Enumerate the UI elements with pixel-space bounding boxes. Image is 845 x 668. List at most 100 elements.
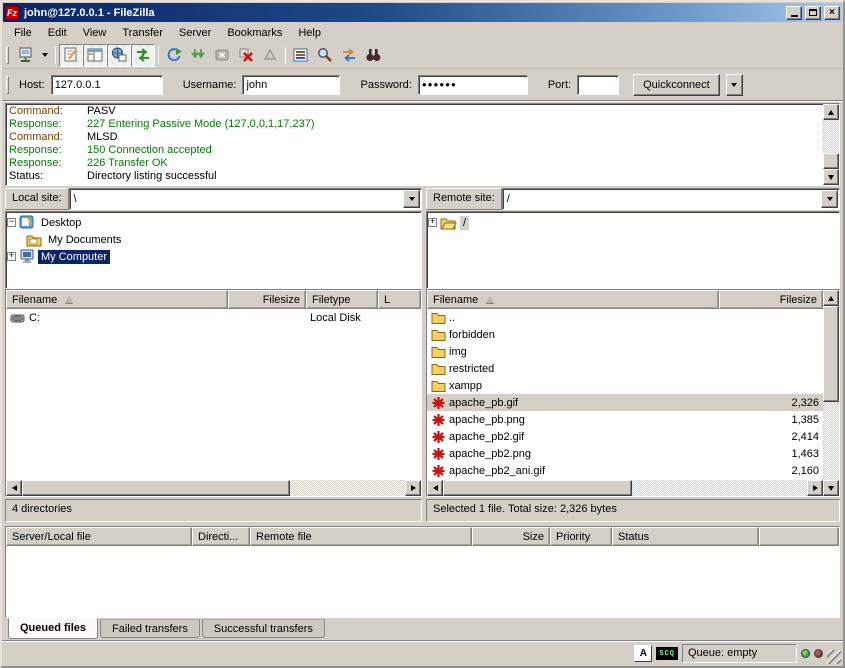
port-input[interactable] bbox=[577, 75, 619, 95]
file-row-selected[interactable]: apache_pb.gif 2,326 bbox=[427, 394, 823, 411]
remote-hscroll-track[interactable] bbox=[443, 480, 807, 496]
transfer-type-indicator[interactable]: A bbox=[634, 645, 652, 662]
scroll-down-button[interactable] bbox=[823, 169, 839, 185]
queue-body[interactable] bbox=[6, 546, 839, 617]
remote-vscroll-track[interactable] bbox=[823, 306, 839, 480]
title-bar[interactable]: Fz john@127.0.0.1 - FileZilla × bbox=[3, 3, 842, 22]
folder-row[interactable]: .. bbox=[427, 309, 823, 326]
menu-view[interactable]: View bbox=[75, 25, 115, 41]
disconnect-button[interactable] bbox=[234, 44, 258, 67]
folder-row[interactable]: forbidden bbox=[427, 326, 823, 343]
remote-list-header: Filename Filesize bbox=[427, 290, 823, 309]
toggle-local-tree-button[interactable] bbox=[83, 44, 107, 67]
file-row[interactable]: apache_pb2.gif 2,414 bbox=[427, 428, 823, 445]
reconnect-button[interactable] bbox=[258, 44, 282, 67]
local-hscroll-track[interactable] bbox=[22, 480, 405, 496]
triangle-up-icon bbox=[828, 110, 834, 115]
tab-queued-files[interactable]: Queued files bbox=[8, 618, 98, 639]
triangle-down-icon bbox=[828, 486, 834, 491]
column-header-filename[interactable]: Filename bbox=[6, 290, 228, 309]
tree-item-root[interactable]: + / bbox=[428, 214, 838, 231]
remote-vscroll-thumb[interactable] bbox=[823, 306, 839, 402]
tree-item-my-computer[interactable]: + My Computer bbox=[7, 248, 420, 265]
column-header-filesize[interactable]: Filesize bbox=[719, 290, 823, 309]
quickconnect-grip[interactable] bbox=[6, 76, 9, 94]
column-header-remote-file[interactable]: Remote file bbox=[250, 527, 472, 546]
menu-transfer[interactable]: Transfer bbox=[114, 25, 171, 41]
scroll-left-button[interactable] bbox=[427, 480, 443, 496]
cancel-operation-button[interactable] bbox=[210, 44, 234, 67]
log-scrollbar[interactable] bbox=[823, 104, 839, 185]
quickconnect-button[interactable]: Quickconnect bbox=[633, 74, 720, 96]
scroll-left-button[interactable] bbox=[6, 480, 22, 496]
local-hscroll-thumb[interactable] bbox=[22, 480, 290, 496]
remote-list-hscrollbar[interactable] bbox=[427, 480, 823, 496]
minimize-button[interactable] bbox=[786, 6, 802, 20]
column-header-filename[interactable]: Filename bbox=[427, 290, 719, 309]
column-header-status[interactable]: Status bbox=[612, 527, 759, 546]
folder-row[interactable]: restricted bbox=[427, 360, 823, 377]
menu-help[interactable]: Help bbox=[290, 25, 329, 41]
expand-icon[interactable]: + bbox=[7, 252, 16, 261]
remote-hscroll-thumb[interactable] bbox=[443, 480, 632, 496]
tree-item-my-documents[interactable]: My Documents bbox=[7, 231, 420, 248]
tab-successful-transfers[interactable]: Successful transfers bbox=[202, 619, 325, 638]
host-input[interactable] bbox=[51, 75, 163, 95]
log-scroll-thumb[interactable] bbox=[823, 153, 839, 169]
file-row[interactable]: apache_pb2.png 1,463 bbox=[427, 445, 823, 462]
column-header-size[interactable]: Size bbox=[472, 527, 550, 546]
toggle-transfer-queue-button[interactable] bbox=[131, 44, 155, 67]
collapse-icon[interactable]: − bbox=[7, 218, 16, 227]
tab-failed-transfers[interactable]: Failed transfers bbox=[100, 619, 200, 638]
toggle-message-log-button[interactable] bbox=[59, 44, 83, 67]
speed-limit-indicator[interactable]: SCQ bbox=[656, 647, 678, 660]
process-queue-button[interactable] bbox=[186, 44, 210, 67]
remote-list-vscrollbar[interactable] bbox=[823, 290, 839, 496]
file-row-c-drive[interactable]: C: Local Disk bbox=[6, 309, 421, 326]
remote-site-dropdown-button[interactable] bbox=[821, 190, 838, 208]
menu-file[interactable]: File bbox=[6, 25, 40, 41]
folder-row[interactable]: img bbox=[427, 343, 823, 360]
folder-row[interactable]: xampp bbox=[427, 377, 823, 394]
column-header-filetype[interactable]: Filetype bbox=[306, 290, 378, 309]
site-manager-button[interactable] bbox=[13, 44, 37, 67]
file-row[interactable]: apache_pb.png 1,385 bbox=[427, 411, 823, 428]
column-header-server-local-file[interactable]: Server/Local file bbox=[6, 527, 192, 546]
scroll-up-button[interactable] bbox=[823, 290, 839, 306]
toggle-remote-tree-button[interactable] bbox=[107, 44, 131, 67]
column-header-direction[interactable]: Directi... bbox=[192, 527, 250, 546]
synchronized-browsing-button[interactable] bbox=[337, 44, 361, 67]
refresh-button[interactable] bbox=[162, 44, 186, 67]
column-header-filesize[interactable]: Filesize bbox=[228, 290, 306, 309]
toolbar-grip[interactable] bbox=[6, 46, 9, 64]
column-header-priority[interactable]: Priority bbox=[550, 527, 612, 546]
tree-item-desktop[interactable]: − Desktop bbox=[7, 214, 420, 231]
log-scroll-track[interactable] bbox=[823, 120, 839, 169]
quickconnect-dropdown-button[interactable] bbox=[726, 74, 743, 96]
menu-edit[interactable]: Edit bbox=[40, 25, 75, 41]
expand-icon[interactable]: + bbox=[428, 218, 437, 227]
remote-list-body: .. forbidden img restricted bbox=[427, 309, 823, 480]
username-input[interactable] bbox=[242, 75, 340, 95]
transfer-queue-icon bbox=[135, 47, 151, 63]
column-header-lastmodified[interactable]: L bbox=[378, 290, 421, 309]
close-button[interactable]: × bbox=[824, 6, 840, 20]
resize-grip[interactable] bbox=[827, 650, 841, 664]
password-input[interactable] bbox=[418, 75, 528, 95]
filename-filters-button[interactable] bbox=[289, 44, 313, 67]
local-site-dropdown-button[interactable] bbox=[403, 190, 420, 208]
find-files-button[interactable] bbox=[361, 44, 385, 67]
menu-server[interactable]: Server bbox=[171, 25, 219, 41]
local-list-hscrollbar[interactable] bbox=[6, 480, 421, 496]
remote-site-combo[interactable]: / bbox=[502, 188, 840, 210]
scroll-right-button[interactable] bbox=[807, 480, 823, 496]
scroll-right-button[interactable] bbox=[405, 480, 421, 496]
scroll-up-button[interactable] bbox=[823, 104, 839, 120]
directory-comparison-button[interactable] bbox=[313, 44, 337, 67]
menu-bookmarks[interactable]: Bookmarks bbox=[219, 25, 290, 41]
file-row[interactable]: apache_pb2_ani.gif 2,160 bbox=[427, 462, 823, 479]
maximize-button[interactable] bbox=[805, 6, 821, 20]
local-site-combo[interactable]: \ bbox=[69, 188, 422, 210]
site-manager-dropdown-button[interactable] bbox=[37, 44, 52, 67]
scroll-down-button[interactable] bbox=[823, 480, 839, 496]
